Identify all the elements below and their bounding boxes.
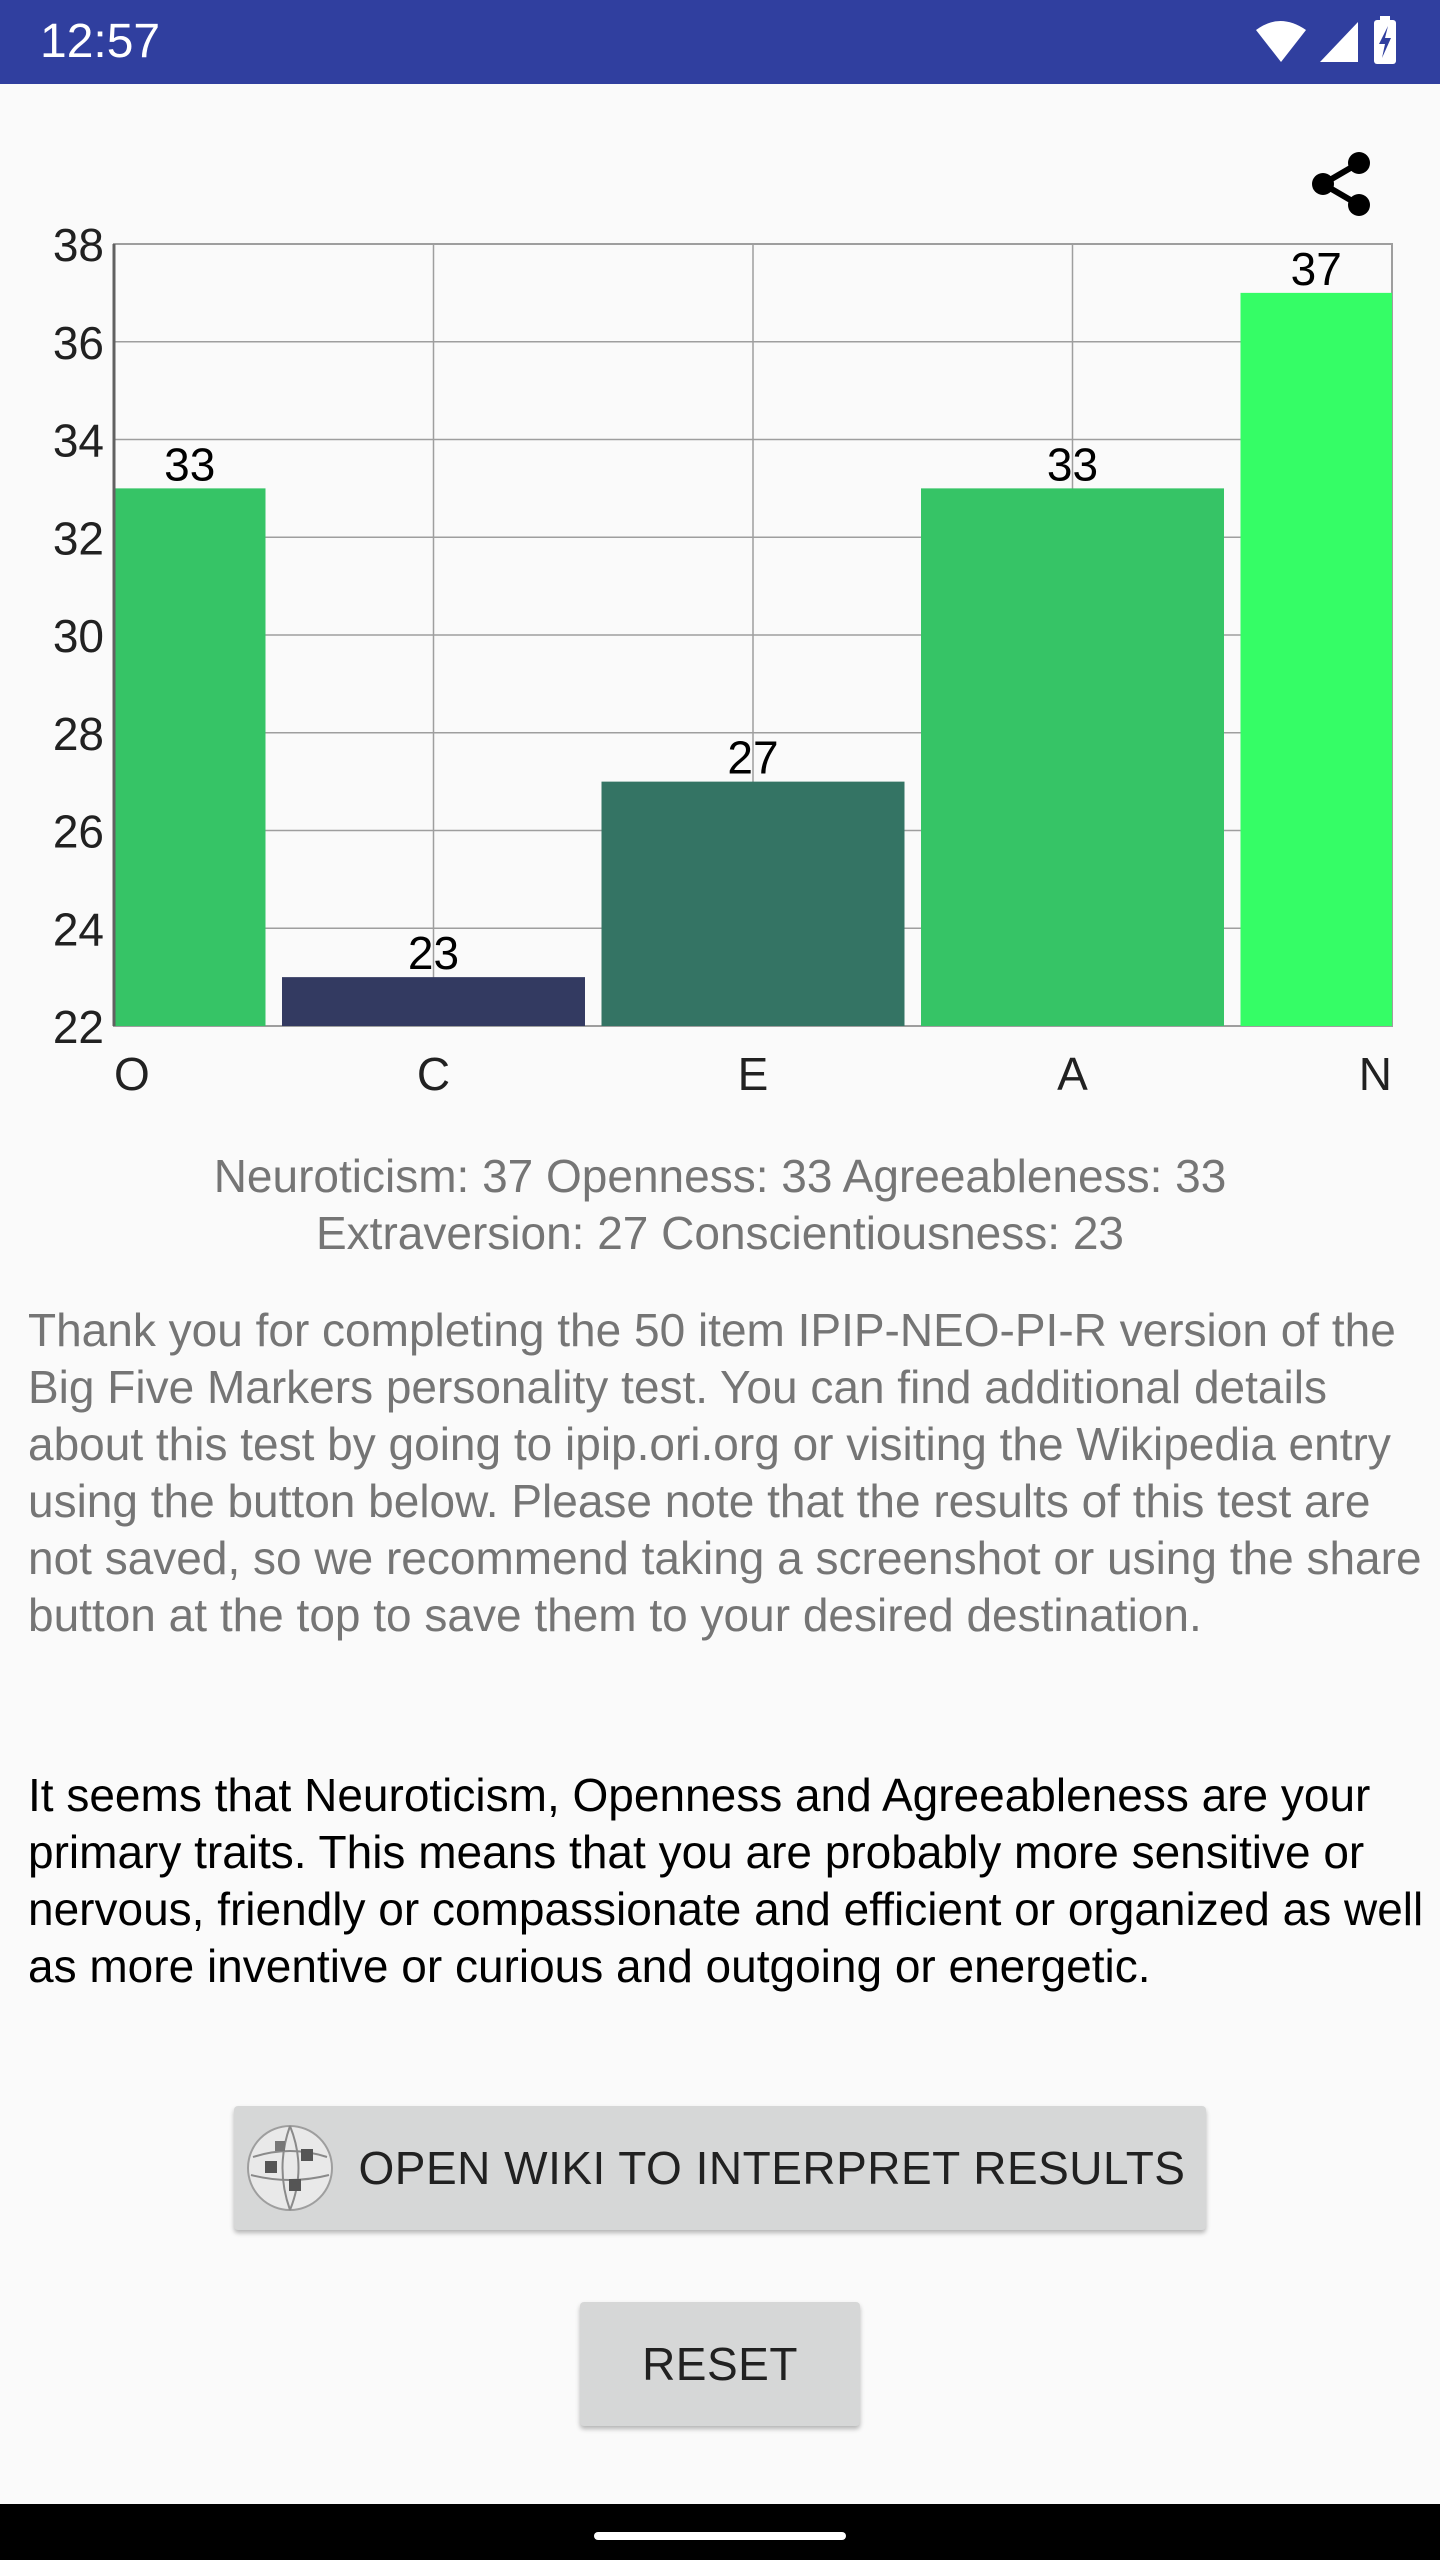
bar-n: [1240, 292, 1392, 1026]
bar-value-label: 33: [164, 438, 215, 490]
open-wiki-label: OPEN WIKI TO INTERPRET RESULTS: [358, 2142, 1186, 2194]
y-tick-label: 30: [53, 610, 104, 662]
x-tick-label: N: [1359, 1048, 1392, 1100]
bar-value-label: 27: [727, 732, 778, 784]
battery-charging-icon: [1374, 16, 1396, 64]
y-tick-label: 36: [53, 317, 104, 369]
y-tick-label: 38: [53, 220, 104, 271]
bar-value-label: 23: [408, 927, 459, 979]
y-tick-label: 26: [53, 806, 104, 858]
open-wiki-button[interactable]: OPEN WIKI TO INTERPRET RESULTS: [234, 2106, 1206, 2230]
bar-c: [282, 977, 585, 1026]
bar-o: [114, 488, 266, 1026]
bar-a: [921, 488, 1224, 1026]
scores-summary: Neuroticism: 37 Openness: 33 Agreeablene…: [0, 1148, 1440, 1262]
cellular-signal-icon: [1320, 22, 1358, 62]
share-button[interactable]: [1300, 142, 1384, 226]
y-tick-label: 28: [53, 708, 104, 760]
status-icons: [1250, 16, 1400, 68]
analysis-text: It seems that Neuroticism, Openness and …: [28, 1769, 1424, 1992]
bar-value-label: 33: [1047, 438, 1098, 490]
intro-text: Thank you for completing the 50 item IPI…: [28, 1304, 1422, 1641]
wikipedia-globe-icon: [246, 2125, 333, 2211]
status-bar: 12:57: [0, 0, 1440, 84]
reset-label: RESET: [642, 2338, 798, 2390]
x-tick-label: O: [114, 1048, 150, 1100]
x-tick-label: A: [1057, 1048, 1088, 1100]
share-icon: [1312, 152, 1370, 216]
y-tick-label: 22: [53, 1001, 104, 1053]
wifi-icon: [1256, 21, 1306, 62]
bar-e: [601, 781, 905, 1026]
x-tick-label: C: [417, 1048, 450, 1100]
y-tick-label: 34: [53, 415, 104, 467]
y-tick-label: 32: [53, 512, 104, 564]
scores-summary-line2: Extraversion: 27 Conscientiousness: 23: [316, 1207, 1124, 1259]
scores-summary-line1: Neuroticism: 37 Openness: 33 Agreeablene…: [213, 1150, 1227, 1202]
x-tick-label: E: [738, 1048, 769, 1100]
home-gesture-handle[interactable]: [594, 2532, 846, 2540]
traits-bar-chart: 22 24 26 28 30 32 34 36 38 33 23 27 33 37 O C E A N: [53, 220, 1393, 1100]
y-tick-label: 24: [53, 903, 104, 955]
bar-value-label: 37: [1291, 243, 1342, 295]
reset-button[interactable]: RESET: [580, 2302, 860, 2426]
navigation-bar: [0, 2504, 1440, 2560]
status-time: 12:57: [40, 15, 161, 68]
